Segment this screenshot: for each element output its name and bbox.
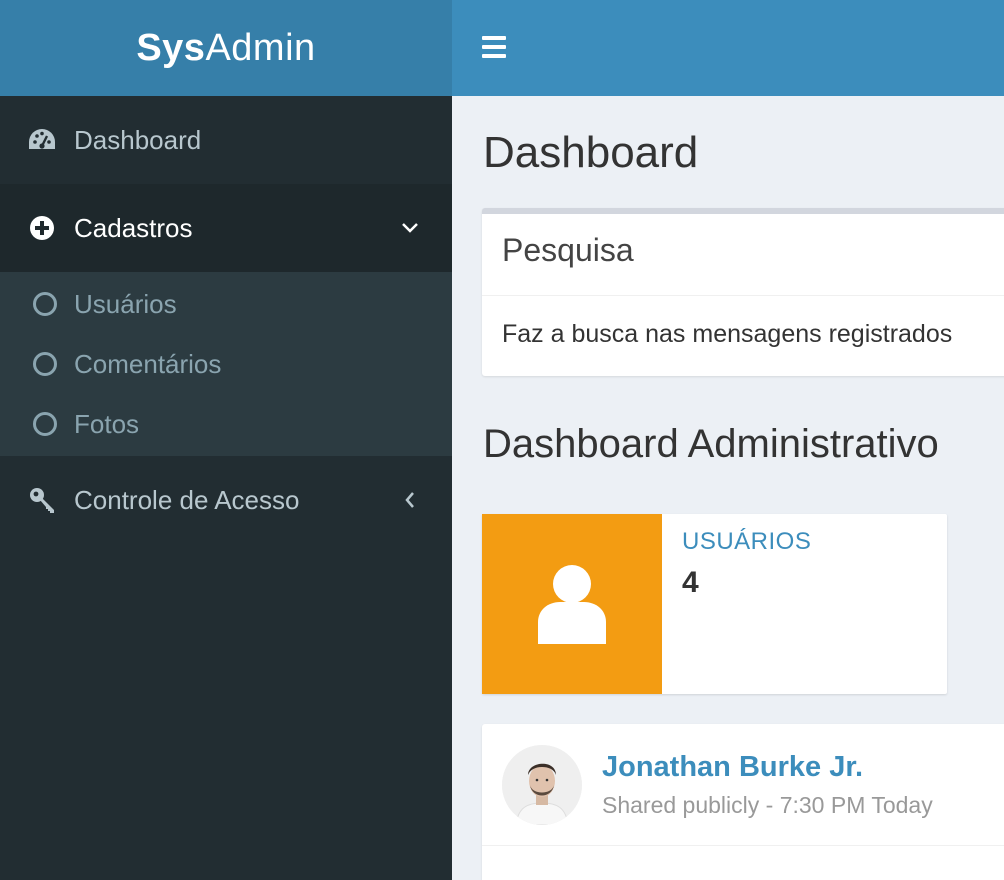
sidebar-item-controle-de-acesso[interactable]: Controle de Acesso — [0, 456, 452, 544]
post-box: Jonathan Burke Jr. Shared publicly - 7:3… — [482, 724, 1004, 880]
sidebar-subitem-label: Comentários — [74, 348, 222, 379]
cadastros-submenu: Usuários Comentários Fotos — [0, 272, 452, 456]
main-content: Dashboard Pesquisa Faz a busca nas mensa… — [452, 96, 1004, 880]
section-title: Dashboard Administrativo — [483, 422, 939, 466]
plus-circle-icon — [26, 212, 58, 244]
top-navbar — [452, 0, 1004, 96]
page-title: Dashboard — [483, 128, 699, 177]
sidebar-item-label: Controle de Acesso — [74, 484, 300, 515]
sidebar-subitem-label: Usuários — [74, 288, 177, 319]
app-logo[interactable]: Sys Admin — [0, 0, 452, 96]
logo-bold-text: Sys — [136, 26, 206, 69]
info-box-label: USUÁRIOS — [682, 528, 812, 555]
sidebar: Dashboard Cadastros Usuários Comentários… — [0, 96, 452, 880]
circle-icon — [33, 292, 57, 316]
search-box: Pesquisa Faz a busca nas mensagens regis… — [482, 208, 1004, 376]
sidebar-item-label: Cadastros — [74, 212, 193, 243]
sidebar-subitem-label: Fotos — [74, 408, 140, 439]
sidebar-subitem-fotos[interactable]: Fotos — [0, 394, 452, 454]
circle-icon — [33, 412, 57, 436]
info-box-value: 4 — [682, 566, 699, 599]
avatar — [502, 744, 582, 825]
search-box-body: Faz a busca nas mensagens registrados — [502, 320, 953, 348]
post-description: Shared publicly - 7:30 PM Today — [602, 791, 933, 818]
hamburger-icon[interactable] — [482, 36, 506, 58]
logo-light-text: Admin — [205, 26, 316, 69]
dashboard-icon — [26, 124, 58, 156]
key-icon — [26, 484, 58, 516]
post-user-name[interactable]: Jonathan Burke Jr. — [602, 751, 933, 784]
post-header: Jonathan Burke Jr. Shared publicly - 7:3… — [482, 724, 1004, 846]
sidebar-item-dashboard[interactable]: Dashboard — [0, 96, 452, 184]
sidebar-subitem-usuarios[interactable]: Usuários — [0, 274, 452, 334]
users-info-box[interactable]: USUÁRIOS 4 — [482, 514, 947, 694]
circle-icon — [33, 352, 57, 376]
chevron-down-icon[interactable] — [398, 216, 422, 240]
user-icon — [482, 514, 662, 694]
sidebar-item-label: Dashboard — [74, 124, 202, 155]
chevron-left-icon[interactable] — [398, 488, 422, 512]
search-box-title: Pesquisa — [482, 214, 1004, 296]
sidebar-item-cadastros[interactable]: Cadastros — [0, 184, 452, 272]
sidebar-subitem-comentarios[interactable]: Comentários — [0, 334, 452, 394]
